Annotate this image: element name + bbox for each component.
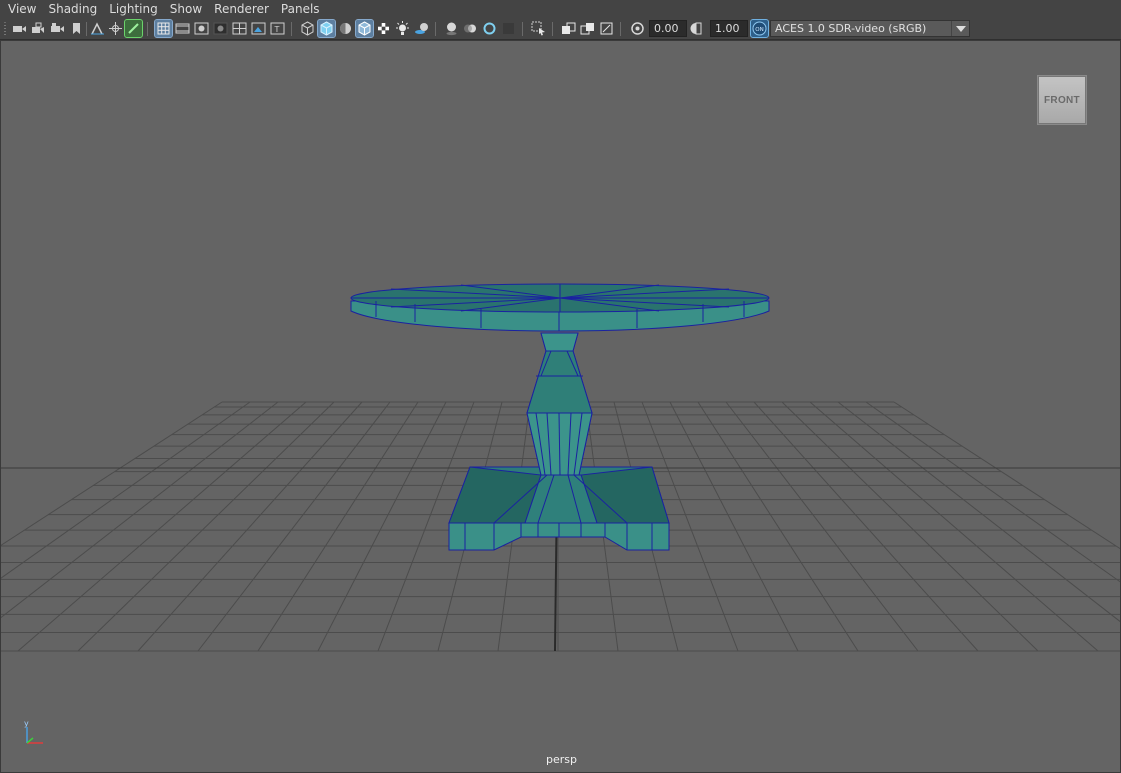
grid-line: [1, 401, 279, 619]
wireframe-icon[interactable]: [299, 20, 316, 37]
color-management-toggle-icon[interactable]: ON: [750, 19, 769, 38]
viewport-toolbar: T 0.00 1.00 ON ACES 1.0 SDR-video (sRGB): [0, 19, 1121, 40]
grid-line: [809, 401, 1099, 652]
grid-line: [893, 401, 1120, 550]
perspective-viewport[interactable]: FRONT y persp: [0, 40, 1121, 773]
camera-attributes-icon[interactable]: [49, 20, 66, 37]
grid-line: [753, 401, 979, 652]
menu-show[interactable]: Show: [164, 0, 208, 19]
xray-active-components-icon[interactable]: [579, 20, 596, 37]
wireframe-on-shaded-icon[interactable]: [355, 19, 374, 38]
table-base-mesh: [448, 466, 670, 551]
camera-name-label: persp: [546, 753, 577, 766]
grid-line: [837, 401, 1120, 623]
motion-blur-icon[interactable]: [462, 20, 479, 37]
menu-view[interactable]: View: [2, 0, 42, 19]
menu-shading[interactable]: Shading: [42, 0, 103, 19]
grid-line: [725, 401, 919, 652]
grid-line: [17, 401, 307, 652]
anti-aliasing-icon[interactable]: [481, 20, 498, 37]
grid-line: [257, 401, 419, 652]
viewport-menu-bar: View Shading Lighting Show Renderer Pane…: [0, 0, 1121, 19]
toolbar-separator: [552, 22, 553, 36]
use-all-lights-icon[interactable]: [394, 20, 411, 37]
toolbar-separator: [620, 22, 621, 36]
grid-line: [669, 401, 799, 652]
color-space-label: ACES 1.0 SDR-video (sRGB): [775, 22, 927, 35]
svg-text:y: y: [24, 721, 29, 728]
grid-line: [77, 401, 335, 652]
gamma-field[interactable]: 1.00: [710, 20, 748, 37]
shadows-icon[interactable]: [413, 20, 430, 37]
gamma-icon[interactable]: [690, 20, 707, 37]
screen-space-ao-icon[interactable]: [443, 20, 460, 37]
exposure-field[interactable]: 0.00: [649, 20, 687, 37]
gate-mask-icon[interactable]: [212, 20, 229, 37]
bookmark-icon[interactable]: [68, 20, 85, 37]
exposure-icon[interactable]: [629, 20, 646, 37]
menu-panels[interactable]: Panels: [275, 0, 326, 19]
safe-title-icon[interactable]: T: [269, 20, 286, 37]
image-plane-icon[interactable]: [89, 20, 106, 37]
film-gate-icon[interactable]: [174, 20, 191, 37]
svg-text:ON: ON: [755, 27, 763, 33]
view-cube[interactable]: FRONT: [1037, 75, 1087, 125]
xray-icon[interactable]: [560, 20, 577, 37]
grid-line: [1, 401, 223, 546]
toolbar-separator: [435, 22, 436, 36]
toolbar-separator: [291, 22, 292, 36]
chevron-down-icon[interactable]: [951, 21, 969, 36]
depth-of-field-icon[interactable]: [500, 20, 517, 37]
grid-line: [865, 401, 1120, 583]
toolbar-separator: [86, 22, 87, 36]
grid-line: [197, 401, 391, 652]
resolution-gate-icon[interactable]: [193, 20, 210, 37]
move-pivot-icon[interactable]: [107, 20, 124, 37]
grid-line: [1, 401, 251, 579]
grid-line: [317, 401, 447, 652]
field-chart-icon[interactable]: [231, 20, 248, 37]
axis-indicator: y: [24, 721, 43, 744]
smooth-shade-icon[interactable]: [317, 19, 336, 38]
xray-joints-icon[interactable]: [598, 20, 615, 37]
toolbar-separator: [147, 22, 148, 36]
color-space-dropdown[interactable]: ACES 1.0 SDR-video (sRGB): [770, 20, 970, 37]
grid-toggle-icon[interactable]: [154, 19, 173, 38]
table-top-mesh: [350, 283, 770, 332]
isolate-select-icon[interactable]: [530, 20, 547, 37]
toolbar-grip[interactable]: [4, 22, 6, 36]
select-camera-icon[interactable]: [11, 20, 28, 37]
toolbar-separator: [522, 22, 523, 36]
view-cube-label: FRONT: [1044, 94, 1080, 106]
default-material-icon[interactable]: [337, 20, 354, 37]
menu-renderer[interactable]: Renderer: [208, 0, 275, 19]
grid-line: [781, 401, 1039, 652]
textured-icon[interactable]: [375, 20, 392, 37]
table-pedestal-mesh: [526, 332, 593, 476]
grid-line: [697, 401, 859, 652]
menu-lighting[interactable]: Lighting: [103, 0, 164, 19]
grease-pencil-icon[interactable]: [124, 19, 143, 38]
grid-line: [137, 401, 363, 652]
svg-text:T: T: [274, 25, 280, 34]
lock-camera-icon[interactable]: [30, 20, 47, 37]
safe-action-icon[interactable]: [250, 20, 267, 37]
viewport-scene: [1, 283, 1120, 652]
